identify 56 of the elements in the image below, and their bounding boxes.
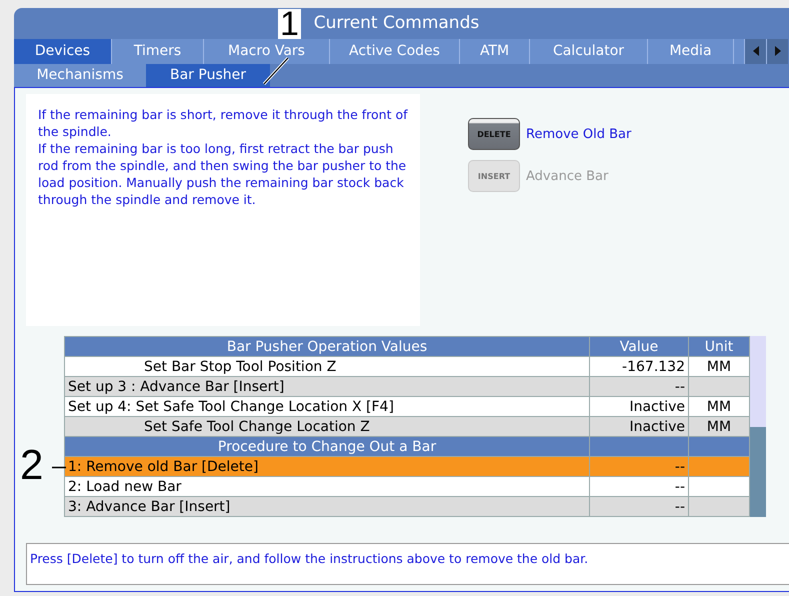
column-header: Value <box>590 336 688 356</box>
table-cell: Set up 4: Set Safe Tool Change Location X [F4] <box>64 396 590 416</box>
table-cell: Set up 3 : Advance Bar [Insert] <box>64 376 590 396</box>
key-button[interactable]: DELETE <box>468 118 520 150</box>
table-cell <box>688 376 750 396</box>
table-cell: -- <box>590 456 688 476</box>
left-arrow-icon <box>752 46 760 56</box>
tab[interactable]: ATM <box>460 38 530 64</box>
scroll-right-button[interactable] <box>766 38 788 64</box>
table-cell: MM <box>688 356 750 376</box>
key-label: Advance Bar <box>526 168 608 184</box>
column-header: Bar Pusher Operation Values <box>64 336 590 356</box>
table-cell <box>688 496 750 516</box>
table-cell: Set Bar Stop Tool Position Z <box>64 356 590 376</box>
table-cell: MM <box>688 416 750 436</box>
table-cell: Inactive <box>590 416 688 436</box>
scroll-left-button[interactable] <box>744 38 766 64</box>
right-arrow-icon <box>774 46 782 56</box>
table-row[interactable]: Set up 4: Set Safe Tool Change Location X [F4] Inactive MM <box>64 396 750 416</box>
table-row[interactable]: Set up 3 : Advance Bar [Insert] -- <box>64 376 750 396</box>
tab[interactable]: Macro Vars <box>204 38 330 64</box>
table-row[interactable]: 2: Load new Bar -- <box>64 476 750 496</box>
table-cell: 2: Load new Bar <box>64 476 590 496</box>
table-row[interactable]: Set Safe Tool Change Location Z Inactive MM <box>64 416 750 436</box>
window-title: Current Commands <box>314 13 480 34</box>
key-label: Remove Old Bar <box>526 126 632 142</box>
callout-number: 1 <box>278 9 301 39</box>
scrollbar[interactable] <box>750 336 766 517</box>
tab[interactable]: Mechanisms <box>14 64 146 87</box>
tab[interactable]: Calculator <box>530 38 648 64</box>
table-cell: 3: Advance Bar [Insert] <box>64 496 590 516</box>
instruction-text: If the remaining bar is short, remove it through the front of the spindle. <box>38 106 408 140</box>
callout-number: 2 <box>19 444 44 486</box>
leader-line <box>262 57 290 85</box>
table-cell: 1: Remove old Bar [Delete] <box>64 456 590 476</box>
tab[interactable]: Timers <box>112 38 204 64</box>
tab[interactable]: Media <box>648 38 734 64</box>
tab[interactable]: Devices <box>14 38 112 64</box>
table-cell: Inactive <box>590 396 688 416</box>
column-header: Unit <box>688 336 750 356</box>
table-cell: -- <box>590 496 688 516</box>
section-header: Procedure to Change Out a Bar <box>64 436 590 456</box>
table-cell: -- <box>590 376 688 396</box>
table-row[interactable]: 1: Remove old Bar [Delete] -- <box>64 456 750 476</box>
table-cell <box>688 476 750 496</box>
instruction-text: If the remaining bar is too long, first retract the bar push rod from the spindle, and then swing the bar pusher to the load position. Manually push the remaining bar stock back through the spindle and remove it. <box>38 140 408 208</box>
table-cell: -167.132 <box>590 356 688 376</box>
table-cell: Set Safe Tool Change Location Z <box>64 416 590 436</box>
table-cell: MM <box>688 396 750 416</box>
tab[interactable]: Bar Pusher <box>146 64 270 87</box>
table-cell: -- <box>590 476 688 496</box>
table-row[interactable]: Set Bar Stop Tool Position Z -167.132 MM <box>64 356 750 376</box>
message-text: Press [Delete] to turn off the air, and follow the instructions above to remove the old bar. <box>30 551 588 566</box>
table-row[interactable]: 3: Advance Bar [Insert] -- <box>64 496 750 516</box>
leader-line <box>52 466 66 469</box>
tab[interactable]: Active Codes <box>330 38 460 64</box>
